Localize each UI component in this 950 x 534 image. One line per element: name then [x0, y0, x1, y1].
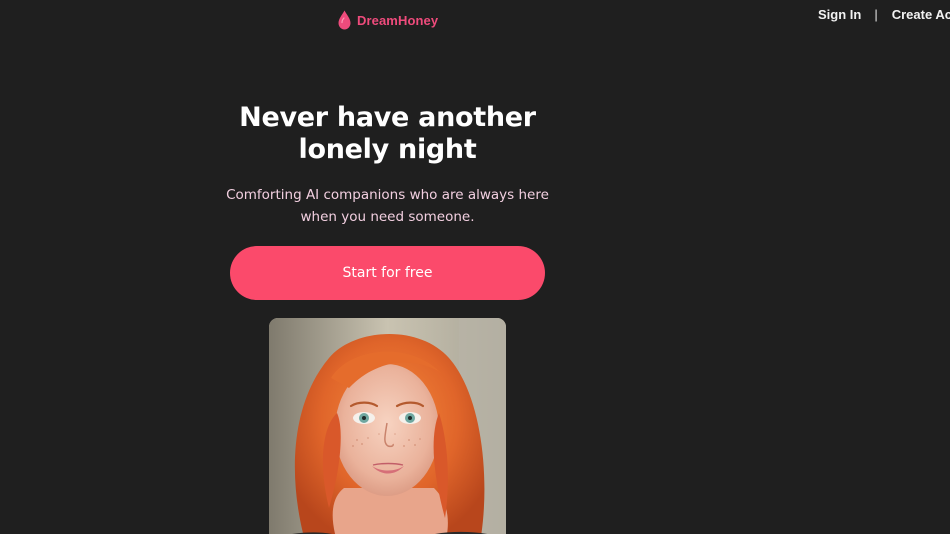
hero-subtitle: Comforting AI companions who are always … — [200, 184, 575, 228]
drop-icon — [338, 10, 351, 30]
hero-subtitle-line-1: Comforting AI companions who are always … — [226, 187, 549, 203]
hero-title: Never have another lonely night — [200, 102, 575, 166]
landing-page: DreamHoney Sign In | Create Acco Never h… — [0, 0, 950, 534]
auth-nav: Sign In | Create Acco — [818, 7, 950, 22]
brand-name: DreamHoney — [357, 12, 439, 28]
brand-logo[interactable]: DreamHoney — [338, 9, 438, 31]
sign-in-link[interactable]: Sign In — [818, 7, 861, 22]
companion-portrait[interactable] — [269, 318, 506, 534]
create-account-link[interactable]: Create Acco — [892, 7, 950, 22]
portrait-illustration — [269, 318, 506, 534]
start-for-free-button[interactable]: Start for free — [230, 246, 545, 300]
hero-title-line-1: Never have another — [239, 102, 536, 133]
hero-title-line-2: lonely night — [298, 134, 477, 165]
hero-subtitle-line-2: when you need someone. — [300, 209, 475, 225]
nav-separator: | — [874, 7, 878, 22]
